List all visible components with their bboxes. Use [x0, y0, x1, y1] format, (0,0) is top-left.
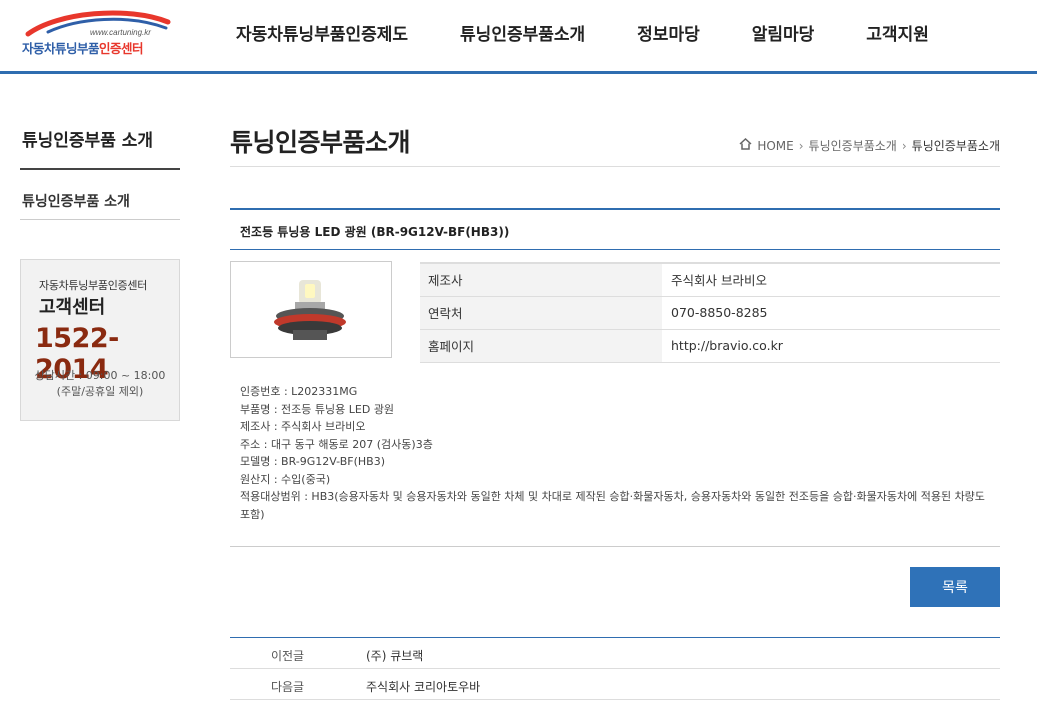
nav-notice[interactable]: 알림마당	[752, 20, 815, 45]
site-logo[interactable]: www.cartuning.kr 자동차튜닝부품인증센터	[18, 8, 178, 58]
prev-post-label: 이전글	[270, 649, 305, 663]
sidebar-item-certified-parts[interactable]: 튜닝인증부품 소개	[22, 191, 130, 211]
main-nav: 자동차튜닝부품인증제도 튜닝인증부품소개 정보마당 알림마당 고객지원	[236, 20, 929, 45]
cs-label: 고객센터	[39, 297, 106, 318]
logo-url: www.cartuning.kr	[90, 28, 151, 37]
page-title: 튜닝인증부품소개	[230, 128, 411, 157]
info-value-contact: 070-8850-8285	[662, 296, 1000, 330]
post-navigation: 이전글 (주) 큐브랙 다음글 주식회사 코리아토우바	[230, 637, 1000, 700]
customer-center-box: 자동차튜닝부품인증센터 고객센터 1522-2014 상담시간 : 09:00 …	[20, 259, 180, 421]
info-key-manufacturer: 제조사	[420, 262, 662, 297]
info-key-homepage: 홈페이지	[420, 329, 662, 363]
spec-line: 제조사 : 주식회사 브라비오	[240, 420, 366, 433]
product-name: 전조등 튜닝용 LED 광원 (BR-9G12V-BF(HB3))	[240, 225, 510, 239]
spec-line: 모델명 : BR-9G12V-BF(HB3)	[240, 455, 386, 468]
product-spec: 인증번호 : L202331MG 부품명 : 전조등 튜닝용 LED 광원 제조…	[240, 383, 995, 523]
product-image	[230, 261, 392, 358]
info-value-manufacturer: 주식회사 브라비오	[662, 262, 1000, 297]
prev-post-row[interactable]: 이전글 (주) 큐브랙	[230, 638, 1000, 669]
spec-line: 부품명 : 전조등 튜닝용 LED 광원	[240, 402, 395, 416]
breadcrumb: HOME › 튜닝인증부품소개 › 튜닝인증부품소개	[739, 137, 1000, 154]
nav-info[interactable]: 정보마당	[637, 20, 700, 45]
next-post-row[interactable]: 다음글 주식회사 코리아토우바	[230, 669, 1000, 700]
nav-certification-system[interactable]: 자동차튜닝부품인증제도	[236, 20, 408, 45]
site-header: www.cartuning.kr 자동차튜닝부품인증센터 자동차튜닝부품인증제도…	[0, 0, 1037, 74]
prev-post-title[interactable]: (주) 큐브랙	[366, 647, 423, 664]
table-row: 연락처 070-8850-8285	[420, 296, 1000, 330]
spec-divider	[230, 546, 1000, 547]
home-icon[interactable]	[739, 137, 752, 153]
table-row: 제조사 주식회사 브라비오	[420, 262, 1000, 297]
spec-line: 인증번호 : L202331MG	[240, 385, 358, 398]
spec-line: 원산지 : 수입(중국)	[240, 472, 331, 486]
cs-org: 자동차튜닝부품인증센터	[39, 279, 148, 292]
table-row: 홈페이지 http://bravio.co.kr	[420, 329, 1000, 363]
breadcrumb-current: 튜닝인증부품소개	[911, 139, 1000, 153]
breadcrumb-level-1[interactable]: 튜닝인증부품소개	[809, 137, 897, 154]
chevron-right-icon: ›	[901, 138, 907, 153]
nav-certified-parts[interactable]: 튜닝인증부품소개	[460, 20, 585, 45]
logo-text-accent: 인증센터	[99, 41, 144, 56]
list-button[interactable]: 목록	[910, 567, 1000, 607]
sidebar-item-divider	[20, 219, 180, 220]
info-key-contact: 연락처	[420, 296, 662, 330]
led-bulb-image	[274, 280, 346, 340]
info-value-homepage[interactable]: http://bravio.co.kr	[662, 329, 1000, 363]
breadcrumb-home[interactable]: HOME	[757, 139, 793, 153]
product-info-table: 제조사 주식회사 브라비오 연락처 070-8850-8285 홈페이지 htt…	[420, 262, 1000, 363]
spec-line: 주소 : 대구 동구 해동로 207 (검사동)3층	[240, 437, 433, 451]
cs-note: (주말/공휴일 제외)	[56, 385, 144, 398]
product-header: 전조등 튜닝용 LED 광원 (BR-9G12V-BF(HB3))	[230, 208, 1000, 250]
logo-text-main: 자동차튜닝부품	[22, 41, 100, 56]
chevron-right-icon: ›	[798, 138, 804, 153]
next-post-label: 다음글	[270, 680, 305, 694]
nav-support[interactable]: 고객지원	[866, 20, 929, 45]
cs-hours: 상담시간 : 09:00 ~ 18:00	[34, 369, 166, 382]
title-divider	[230, 166, 1000, 167]
sidebar-title: 튜닝인증부품 소개	[22, 131, 154, 151]
next-post-title[interactable]: 주식회사 코리아토우바	[366, 678, 480, 695]
logo-text: 자동차튜닝부품인증센터	[22, 38, 144, 57]
sidebar-divider	[20, 168, 180, 170]
spec-line: 적용대상범위 : HB3(승용자동차 및 승용자동차와 동일한 차체 및 차대로…	[240, 490, 989, 521]
